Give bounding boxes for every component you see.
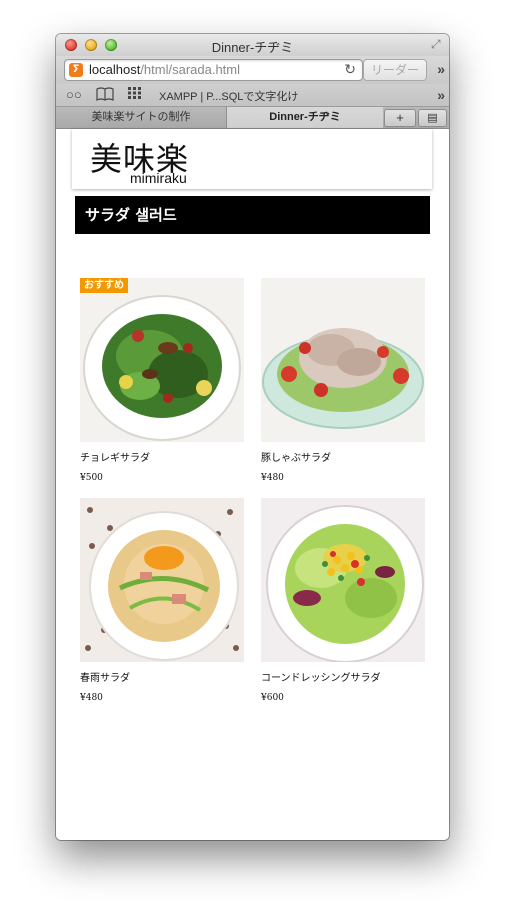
top-sites-grid-icon[interactable] [128,87,142,102]
menu-item[interactable]: コーンドレッシングサラダ ¥600 [261,498,425,703]
address-toolbar: ⵢ localhost/html/sarada.html ↻ リーダー » [56,56,449,84]
site-header: 美味楽 mimiraku [72,129,432,189]
item-price: ¥500 [80,473,103,483]
title-bar: Dinner-チヂミ ⤢ [56,34,449,56]
recommended-badge: おすすめ [80,278,128,293]
item-name: コーンドレッシングサラダ [261,673,381,684]
new-tab-button[interactable]: + [384,109,416,127]
site-logo-roman: mimiraku [130,170,187,186]
reading-list-icon[interactable]: ○○ [66,87,82,102]
harusame-salad-image [80,498,244,662]
window-title: Dinner-チヂミ [211,40,294,55]
reload-icon[interactable]: ↻ [344,61,356,78]
bookmarks-book-icon[interactable] [96,87,114,104]
url-path: /html/sarada.html [140,62,241,77]
menu-item[interactable]: 豚しゃぶサラダ ¥480 [261,278,425,483]
menu-item[interactable]: 春雨サラダ ¥480 [80,498,244,703]
url-host: localhost [89,62,141,77]
item-price: ¥600 [261,693,284,703]
tab-bar: 美味楽サイトの制作 Dinner-チヂミ + ▤ [56,107,449,129]
fullscreen-icon[interactable]: ⤢ [431,38,444,51]
tab-dinner[interactable]: Dinner-チヂミ [227,107,383,128]
book-svg [96,87,114,101]
reader-button[interactable]: リーダー [363,59,427,81]
item-price: ¥480 [261,473,284,483]
section-title: サラダ 샐러드 [75,196,430,234]
url-text: localhost/html/sarada.html [89,62,240,77]
tab-overview-button[interactable]: ▤ [418,109,447,127]
choregi-salad-image [80,278,244,442]
bookmarks-overflow-icon[interactable]: » [437,87,445,103]
bookmarks-bar: ○○ XAMPP | P...SQLで文字化け » [56,84,449,107]
item-price: ¥480 [80,693,103,703]
item-name: 豚しゃぶサラダ [261,453,331,464]
browser-window: Dinner-チヂミ ⤢ ⵢ localhost/html/sarada.htm… [56,34,449,840]
item-name: チョレギサラダ [80,453,150,464]
url-field[interactable]: ⵢ localhost/html/sarada.html ↻ [64,59,363,81]
menu-item[interactable]: おすすめ チョレギサラダ ¥500 [80,278,244,483]
corn-dressing-salad-image [261,498,425,662]
bookmark-link-xampp[interactable]: XAMPP | P...SQLで文字化け [159,88,298,104]
page-content: 美味楽 mimiraku サラダ 샐러드 おすすめ チョレギサラダ ¥500 豚… [56,129,449,840]
butashabu-salad-image [261,278,425,442]
toolbar-overflow-icon[interactable]: » [437,61,445,77]
grid-svg [128,87,141,99]
xampp-favicon-icon: ⵢ [69,63,83,77]
tab-mimiraku-site[interactable]: 美味楽サイトの制作 [56,107,227,128]
item-name: 春雨サラダ [80,673,130,684]
